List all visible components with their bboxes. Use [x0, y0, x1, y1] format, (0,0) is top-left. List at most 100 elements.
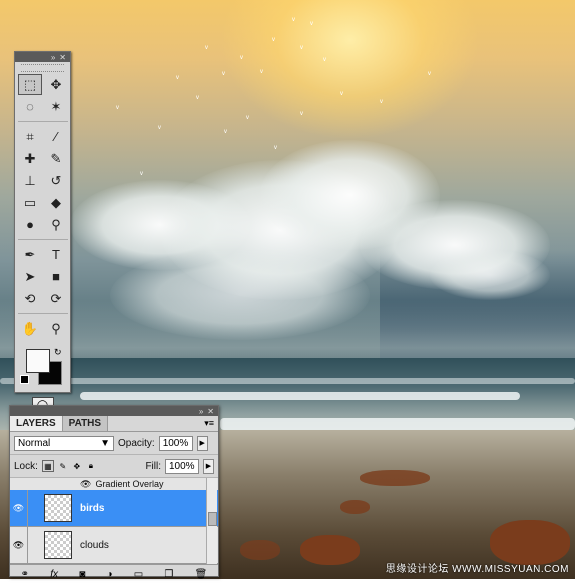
magic-wand-icon[interactable]: ✶ [44, 96, 68, 117]
fill-slider-button[interactable]: ▶ [203, 458, 214, 474]
new-layer-icon[interactable]: ❐ [164, 569, 173, 580]
bird: ᵛ [158, 123, 161, 133]
brush-icon[interactable]: ✎ [44, 148, 68, 169]
bird: ᵛ [340, 89, 343, 99]
opacity-label: Opacity: [118, 437, 155, 449]
sun-glow [220, 0, 480, 140]
lock-label: Lock: [14, 460, 38, 472]
lasso-icon[interactable]: ◌ [18, 96, 42, 117]
add-mask-icon[interactable]: ◙ [79, 569, 85, 580]
fill-label: Fill: [145, 460, 161, 472]
collapse-icon[interactable]: » [199, 407, 203, 416]
lock-pixels-icon[interactable]: ✎ [58, 461, 68, 471]
visibility-eye-icon[interactable]: 👁︎ [10, 490, 28, 526]
new-group-icon[interactable]: ▭ [134, 569, 143, 580]
layer-row-birds[interactable]: 👁︎ birds [10, 490, 218, 527]
layers-scrollbar[interactable] [206, 478, 217, 564]
zoom-icon[interactable]: ⚲ [44, 318, 68, 339]
chevron-down-icon: ▼ [100, 437, 110, 449]
bird: ᵛ [292, 15, 295, 25]
bird: ᵛ [224, 127, 227, 137]
layer-row-clouds[interactable]: 👁︎ clouds [10, 527, 218, 564]
lock-position-icon[interactable]: ✥ [72, 461, 82, 471]
bird: ᵛ [196, 93, 199, 103]
layers-tabs: LAYERS PATHS ▾≡ [10, 416, 218, 432]
wave [80, 392, 520, 400]
effect-eye-icon[interactable]: 👁︎ [80, 479, 91, 490]
visibility-eye-icon[interactable]: 👁︎ [10, 527, 28, 563]
3d-rotate-icon[interactable]: ⟲ [18, 288, 42, 309]
tab-layers[interactable]: LAYERS [10, 416, 63, 431]
move-icon[interactable]: ✥ [44, 74, 68, 95]
bird: ᵛ [272, 35, 275, 45]
rectangle-shape-icon[interactable]: ■ [44, 266, 68, 287]
paint-bucket-icon[interactable]: ◆ [44, 192, 68, 213]
fill-input[interactable]: 100% [165, 458, 199, 474]
tools-title-bar[interactable]: » ✕ [15, 52, 70, 62]
opacity-slider-button[interactable]: ▶ [196, 435, 208, 451]
opacity-input[interactable]: 100% [158, 435, 193, 451]
layers-footer: ⚭ fx ◙ ◑ ▭ ❐ 🗑︎ [10, 564, 218, 583]
lock-transparency-icon[interactable]: ▦ [41, 460, 54, 472]
bird: ᵛ [222, 69, 225, 79]
seaweed [490, 520, 570, 565]
layer-thumbnail [44, 531, 72, 559]
bird: ᵛ [116, 103, 119, 113]
seaweed [300, 535, 360, 565]
bird: ᵛ [323, 55, 326, 65]
effect-row[interactable]: 👁︎ Gradient Overlay [10, 478, 218, 490]
bird: ᵛ [380, 97, 383, 107]
cloud [430, 250, 550, 300]
adjustment-layer-icon[interactable]: ◑ [106, 569, 112, 580]
collapse-icon[interactable]: » [51, 53, 55, 62]
bird: ᵛ [140, 169, 143, 179]
swap-colors-icon[interactable]: ↻ [54, 347, 62, 358]
lock-row: Lock: ▦ ✎ ✥ 🔒︎ Fill: 100% ▶ [10, 455, 218, 478]
pen-icon[interactable]: ✒ [18, 244, 42, 265]
seaweed [240, 540, 280, 560]
scrollbar-thumb[interactable] [208, 512, 217, 526]
panel-menu-icon[interactable]: ▾≡ [204, 418, 214, 429]
tool-grid: ⬚ ✥ ◌ ✶ ⌗ ⁄ ✚ ✎ ⊥ ↺ ▭ ◆ ● ⚲ ✒ T ➤ ■ ⟲ ⟳ ✋ ⚲ [15, 74, 70, 339]
3d-orbit-icon[interactable]: ⟳ [44, 288, 68, 309]
color-swatches: ↻ [18, 345, 67, 391]
seaweed [340, 500, 370, 514]
rectangular-marquee-icon[interactable]: ⬚ [18, 74, 42, 95]
bird: ᵛ [274, 143, 277, 153]
seaweed [360, 470, 430, 486]
bird: ᵛ [300, 43, 303, 53]
tools-panel: » ✕ ⬚✥◌✶⌗⁄✚✎⊥↺▭◆●⚲✒T➤■⟲⟳✋⚲ ↻ ◯ [14, 51, 71, 413]
delete-layer-icon[interactable]: 🗑︎ [195, 569, 208, 580]
bird: ᵛ [310, 19, 313, 29]
foreground-color-swatch[interactable] [26, 349, 50, 373]
bird: ᵛ [240, 53, 243, 63]
history-brush-icon[interactable]: ↺ [44, 170, 68, 191]
layers-title-bar[interactable]: » ✕ [10, 406, 218, 416]
type-icon[interactable]: T [44, 244, 68, 265]
eyedropper-icon[interactable]: ⁄ [44, 126, 68, 147]
tab-paths[interactable]: PATHS [62, 416, 109, 431]
blend-mode-select[interactable]: Normal ▼ [14, 435, 114, 451]
path-selection-icon[interactable]: ➤ [18, 266, 42, 287]
fx-icon[interactable]: fx [50, 569, 58, 580]
close-icon[interactable]: ✕ [207, 407, 214, 416]
hand-icon[interactable]: ✋ [18, 318, 42, 339]
bird: ᵛ [428, 69, 431, 79]
bird: ᵛ [300, 109, 303, 119]
crop-icon[interactable]: ⌗ [18, 126, 42, 147]
close-icon[interactable]: ✕ [59, 53, 66, 62]
wave [220, 418, 575, 430]
default-colors-icon[interactable] [20, 375, 29, 384]
bird: ᵛ [205, 43, 208, 53]
link-layers-icon[interactable]: ⚭ [21, 569, 29, 580]
lock-all-icon[interactable]: 🔒︎ [86, 461, 96, 471]
panel-grip[interactable] [21, 64, 64, 72]
bird: ᵛ [176, 73, 179, 83]
layer-name: clouds [80, 539, 109, 551]
eraser-icon[interactable]: ▭ [18, 192, 42, 213]
dodge-icon[interactable]: ⚲ [44, 214, 68, 235]
effect-label: Gradient Overlay [95, 479, 164, 489]
clone-stamp-icon[interactable]: ⊥ [18, 170, 42, 191]
blur-icon[interactable]: ● [18, 214, 42, 235]
healing-brush-icon[interactable]: ✚ [18, 148, 42, 169]
